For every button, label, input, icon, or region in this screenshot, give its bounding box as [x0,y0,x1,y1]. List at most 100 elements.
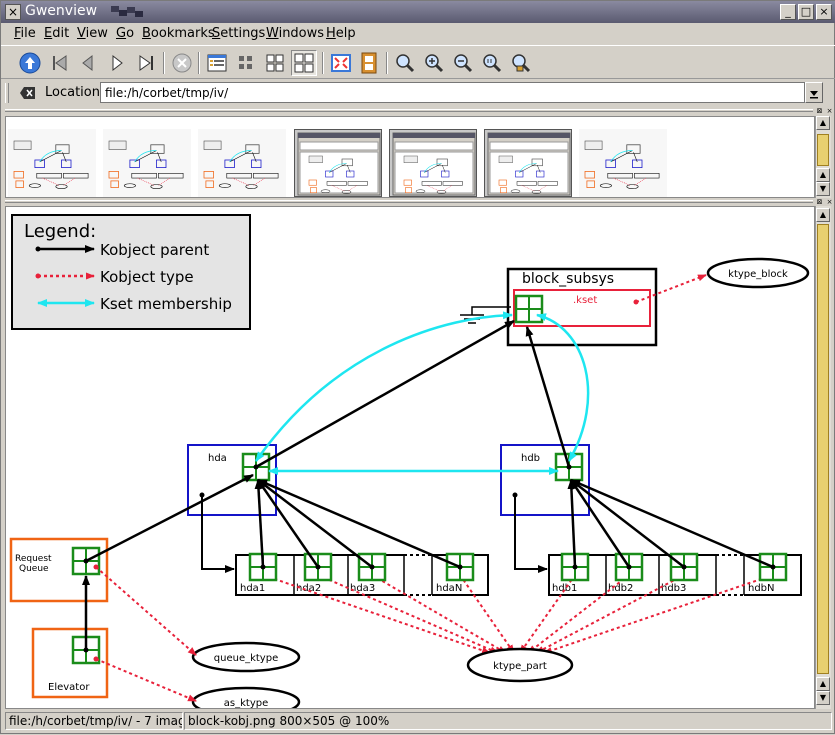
dock-close-button[interactable]: × [825,198,834,206]
hdb3-label: hdb3 [661,583,686,594]
minimize-button[interactable]: _ [780,4,796,20]
hdbN-label: hdbN [748,583,775,594]
location-dropdown-button[interactable] [805,82,823,103]
hdb1-label: hdb1 [552,583,577,594]
toolbar-separator [163,52,165,74]
request-queue-label-1: Request [15,554,52,564]
actual-size-icon[interactable] [479,50,505,76]
window-title: Gwenview [25,3,98,19]
lock-zoom-icon[interactable] [508,50,534,76]
thumbnail-item[interactable] [8,129,96,197]
title-bar[interactable]: × Gwenview _ □ × [1,1,835,23]
kset-label: .kset [573,295,597,306]
ktype-part-label: ktype_part [493,661,547,672]
image-viewer[interactable]: Legend: Kobject parent Kobject type Kset… [5,206,815,709]
menu-bookmarks[interactable]: Bookmarks [142,26,215,41]
menu-file[interactable]: File [14,26,36,41]
menu-bar: File Edit View Go Bookmarks Settings Windows He… [1,23,835,45]
thumbnail-item[interactable] [484,129,572,197]
request-queue-node: Request Queue [9,537,109,603]
legend-title: Legend: [24,221,96,242]
dock-handle-viewer[interactable] [5,200,813,203]
block-subsys-label: block_subsys [522,271,614,287]
kset-link-hda [254,311,513,462]
dock-float-button[interactable]: ⊠ [815,107,824,115]
zoom-to-fit-icon[interactable] [392,50,418,76]
partition-kobjects [248,478,788,654]
parent-queue-hda [83,473,254,564]
elevator-node: Elevator [31,627,109,699]
thumbnail-item[interactable] [294,129,382,197]
window-menu-icon[interactable]: × [5,4,21,20]
menu-settings[interactable]: Settings [212,26,265,41]
hdaN-label: hdaN [436,583,462,594]
gwenview-window: × Gwenview _ □ × File Edit View Go Bookmarks… [0,0,835,734]
menu-edit[interactable]: Edit [44,26,69,41]
menu-help[interactable]: Help [326,26,356,41]
legend-item-parent: Kobject parent [100,241,209,259]
legend: Legend: Kobject parent Kobject type Kset… [11,214,251,330]
slideshow-icon[interactable] [356,50,382,76]
toolbar-handle[interactable] [5,83,9,103]
zoom-out-icon[interactable] [450,50,476,76]
stop-icon[interactable] [169,50,195,76]
home-icon[interactable] [17,50,43,76]
elevator-label: Elevator [48,682,90,693]
scroll-thumb[interactable] [817,224,829,674]
location-label: Location: [45,85,105,100]
hdb-list-link [512,492,548,573]
clear-location-icon[interactable] [19,85,37,101]
menu-go[interactable]: Go [116,26,134,41]
fullscreen-icon[interactable] [328,50,354,76]
legend-item-kset: Kset membership [100,295,232,313]
first-icon[interactable] [47,50,73,76]
thumbnail-view-icon[interactable] [262,50,288,76]
browse-view-icon[interactable] [291,50,317,76]
thumbnail-item[interactable] [103,129,191,197]
menu-view[interactable]: View [77,26,108,41]
ktype-block-label: ktype_block [728,269,788,280]
hdb2-label: hdb2 [608,583,633,594]
ktype-block-node: ktype_block [633,257,810,305]
file-list-icon[interactable] [204,50,230,76]
kobject-diagram: Legend: Kobject parent Kobject type Kset… [9,214,810,709]
zoom-in-icon[interactable] [421,50,447,76]
scroll-up-icon[interactable]: ▲ [816,208,830,222]
scroll-up-icon[interactable]: ▲ [816,168,830,182]
next-icon[interactable] [104,50,130,76]
maximize-button[interactable]: □ [798,4,814,20]
icon-view-icon[interactable] [233,50,259,76]
thumbnail-item[interactable] [198,129,286,197]
thumbnail-item[interactable] [389,129,477,197]
scroll-up-icon[interactable]: ▲ [816,677,830,691]
parent-hda-block [253,319,515,470]
hdb-label: hdb [521,453,540,464]
hda-list-link [199,492,235,573]
viewer-scrollbar[interactable]: ▲ ▲ ▼ [815,206,831,709]
scroll-thumb[interactable] [817,134,829,166]
status-bar: file:/h/corbet/tmp/iv/ - 7 images block-… [1,709,835,735]
hda3-label: hda3 [350,583,375,594]
scroll-down-icon[interactable]: ▼ [816,182,830,196]
dock-close-button[interactable]: × [825,107,834,115]
hda2-label: hda2 [296,583,321,594]
menu-windows[interactable]: Windows [266,26,324,41]
scroll-up-icon[interactable]: ▲ [816,116,830,130]
thumbnail-item[interactable] [579,129,667,197]
legend-item-type: Kobject type [100,268,194,286]
request-queue-label-2: Queue [19,564,49,574]
as-ktype-label: as_ktype [224,698,268,709]
thumbnail-scrollbar[interactable]: ▲ ▲ ▼ [815,116,831,198]
scroll-down-icon[interactable]: ▼ [816,691,830,705]
type-link [315,572,499,654]
dock-float-button[interactable]: ⊠ [815,198,824,206]
close-button[interactable]: × [816,4,832,20]
dock-handle-thumbs[interactable] [5,109,813,112]
app-logo-icon [109,4,145,18]
queue-ktype-label: queue_ktype [214,653,278,664]
location-input[interactable] [100,82,805,103]
previous-icon[interactable] [75,50,101,76]
thumbnail-strip [5,116,815,198]
location-bar: Location: [1,79,835,107]
last-icon[interactable] [133,50,159,76]
